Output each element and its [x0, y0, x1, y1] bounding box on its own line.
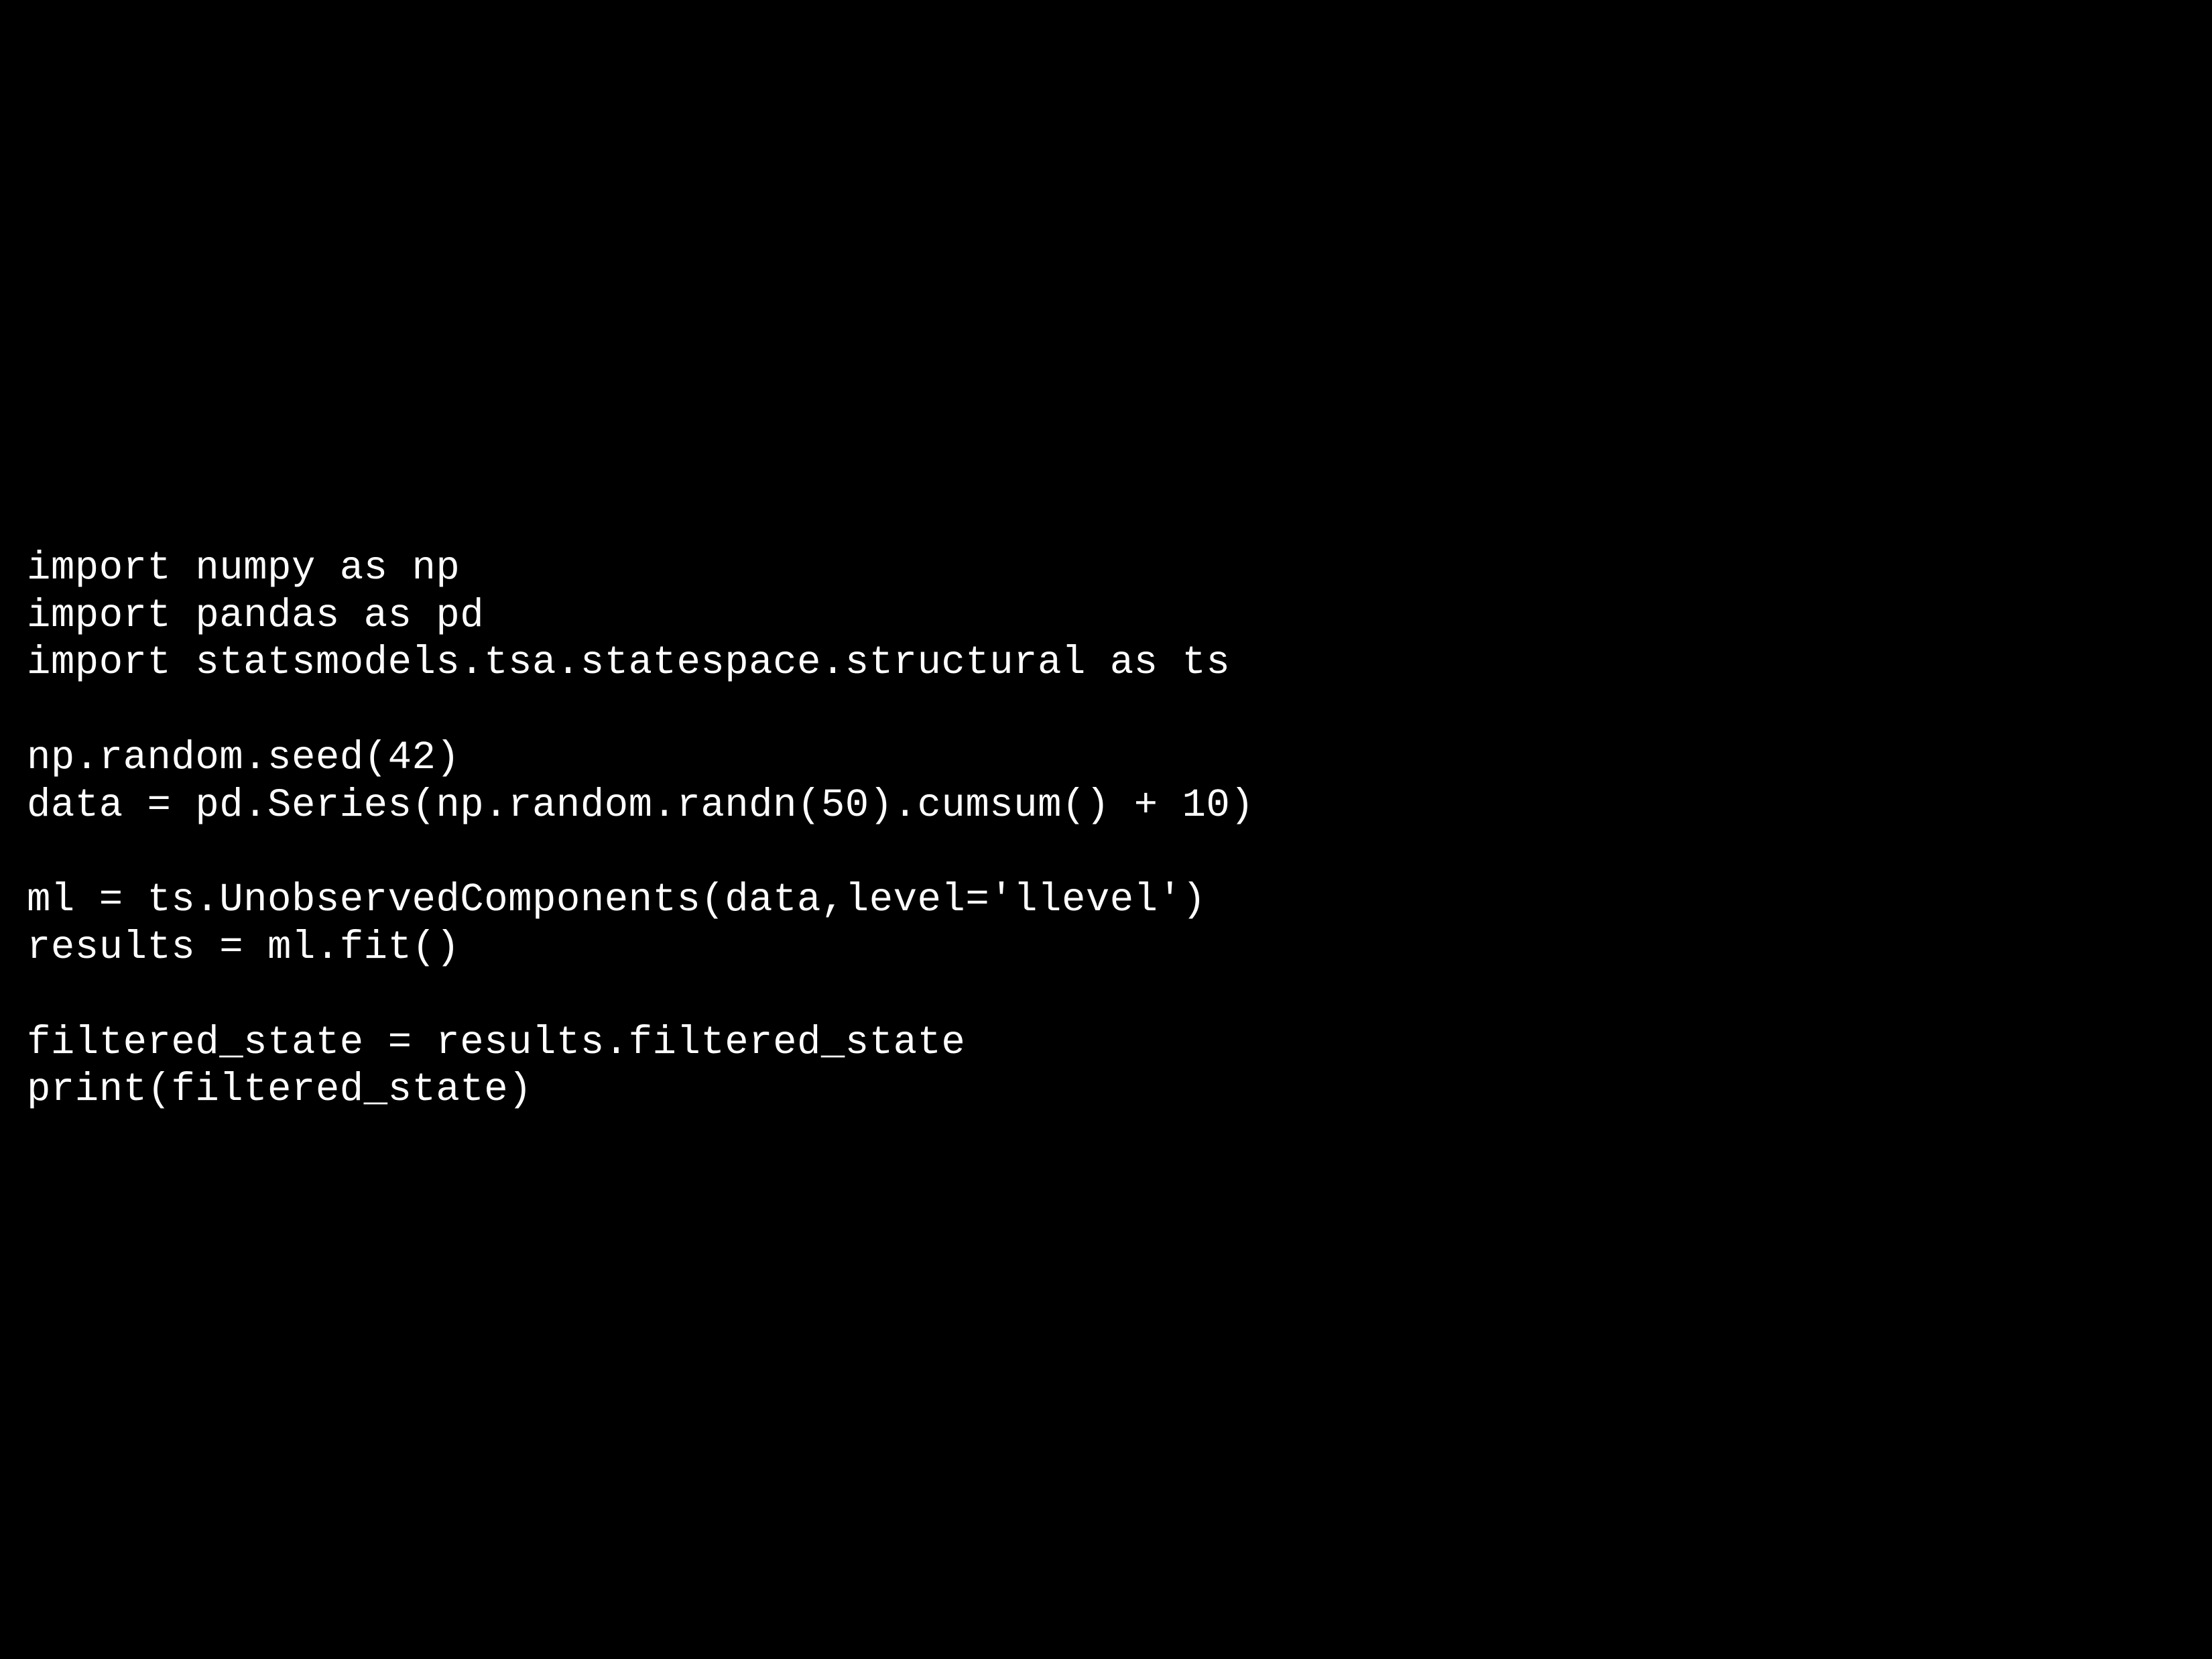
code-block: import numpy as np import pandas as pd i… [27, 545, 1254, 1115]
code-line: ml = ts.UnobservedComponents(data,level=… [27, 877, 1206, 922]
code-line: import statsmodels.tsa.statespace.struct… [27, 640, 1230, 685]
code-line: data = pd.Series(np.random.randn(50).cum… [27, 783, 1254, 828]
code-line: print(filtered_state) [27, 1067, 532, 1112]
code-line: results = ml.fit() [27, 925, 460, 970]
code-line: filtered_state = results.filtered_state [27, 1020, 965, 1065]
code-line: import pandas as pd [27, 593, 484, 638]
code-line: import numpy as np [27, 546, 460, 591]
code-line: np.random.seed(42) [27, 735, 460, 780]
